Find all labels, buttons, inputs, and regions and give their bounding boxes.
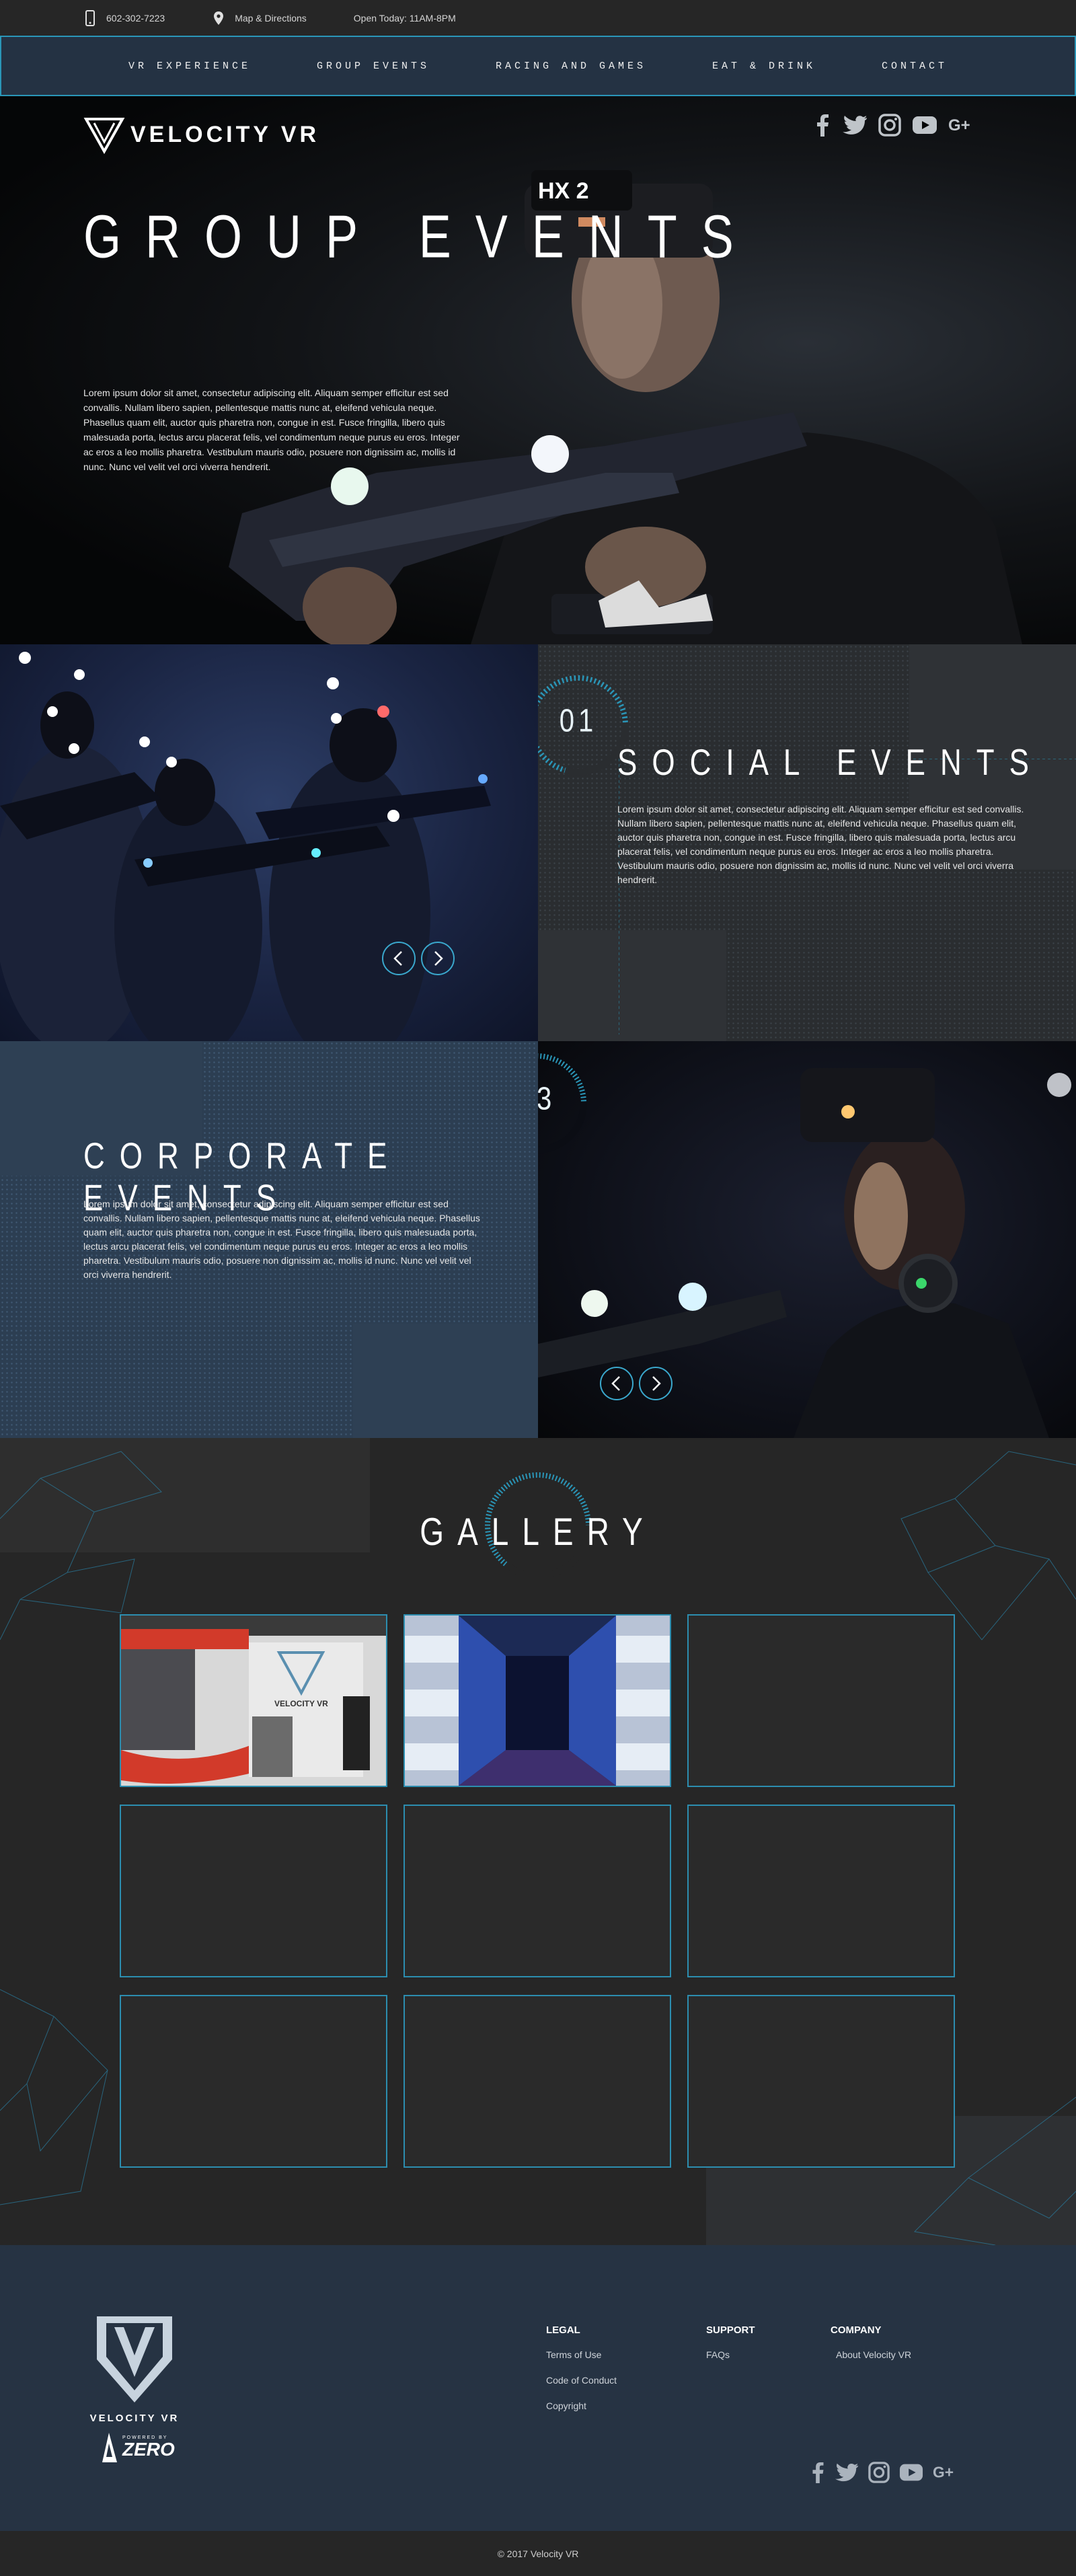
photo-sign-text: VELOCITY VR: [274, 1699, 328, 1708]
social-events-description: Lorem ipsum dolor sit amet, consectetur …: [617, 804, 1024, 885]
footer-company-column: COMPANY About Velocity VR: [831, 2324, 911, 2375]
gallery-item[interactable]: [404, 1995, 671, 2168]
partner-logo-text: ZERO: [122, 2438, 175, 2460]
footer-legal-column: LEGAL Terms of Use Code of Conduct Copyr…: [546, 2324, 617, 2426]
svg-text:G+: G+: [948, 116, 970, 135]
copyright-text: © 2017 Velocity VR: [497, 2548, 579, 2559]
velocity-logo-icon: [83, 118, 125, 154]
twitter-icon[interactable]: [835, 2462, 859, 2483]
opening-hours: Open Today: 11AM-8PM: [354, 13, 456, 24]
site-logo[interactable]: VELOCITY VR: [83, 115, 319, 154]
about-link[interactable]: About Velocity VR: [831, 2349, 911, 2360]
nav-item-racing-and-games[interactable]: RACING AND GAMES: [496, 61, 646, 72]
gallery-item[interactable]: [120, 1995, 387, 2168]
social-links-header: G+: [814, 114, 975, 137]
velocity-shield-icon: [97, 2316, 172, 2402]
gallery-item[interactable]: [687, 1995, 955, 2168]
corporate-events-section: CORPORATE EVENTS Lorem ipsum dolor sit a…: [0, 1041, 1076, 1438]
logo-text: VELOCITY VR: [130, 121, 320, 147]
social-links-footer: G+: [810, 2462, 958, 2483]
svg-text:HX 2: HX 2: [538, 178, 589, 204]
gallery-section: GALLERY VELOCITY VR: [0, 1438, 1076, 2245]
chevron-left-icon: [393, 951, 402, 966]
social-events-section: 01 SOCIAL EVENTS Lorem ipsum dolor sit a…: [0, 644, 1076, 1041]
copyright-link[interactable]: Copyright: [546, 2400, 617, 2411]
chevron-left-icon: [611, 1376, 620, 1391]
zero-latency-icon: [102, 2433, 117, 2462]
social-next-button[interactable]: [421, 942, 455, 975]
svg-text:G+: G+: [933, 2464, 954, 2481]
nav-item-group-events[interactable]: GROUP EVENTS: [317, 61, 430, 72]
twitter-icon[interactable]: [842, 114, 868, 137]
social-events-photo: [0, 644, 538, 1041]
social-events-title: SOCIAL EVENTS: [617, 742, 1044, 784]
group-vr-players-illustration: [0, 652, 491, 1041]
nav-item-contact[interactable]: CONTACT: [882, 61, 948, 72]
panel-shade: [353, 1324, 538, 1438]
social-carousel-controls: [382, 942, 455, 975]
gallery-item[interactable]: [404, 1805, 671, 1977]
gallery-item[interactable]: [687, 1614, 955, 1787]
hero-photo-vr-player: HX 2: [229, 170, 1022, 644]
opening-hours-text: Open Today: 11AM-8PM: [353, 12, 456, 24]
section-number: 03: [538, 1081, 556, 1117]
corporate-events-content: CORPORATE EVENTS Lorem ipsum dolor sit a…: [0, 1041, 538, 1438]
phone-contact[interactable]: 602-302-7223: [83, 9, 165, 27]
terms-of-use-link[interactable]: Terms of Use: [546, 2349, 617, 2360]
footer-support-column: SUPPORT FAQs: [706, 2324, 755, 2375]
youtube-icon[interactable]: [899, 2462, 923, 2483]
gallery-item[interactable]: VELOCITY VR: [120, 1614, 387, 1787]
phone-icon: [83, 9, 97, 27]
site-footer: VELOCITY VR POWERED BY ZERO LEGAL Terms …: [0, 2245, 1076, 2531]
facebook-icon[interactable]: [814, 114, 831, 137]
gallery-grid: VELOCITY VR: [120, 1614, 955, 2168]
chevron-right-icon: [652, 1376, 661, 1391]
footer-logo[interactable]: VELOCITY VR: [87, 2312, 182, 2424]
gallery-photo-lobby: VELOCITY VR: [121, 1616, 386, 1786]
gallery-item[interactable]: [404, 1614, 671, 1787]
map-directions-label[interactable]: Map & Directions: [235, 13, 307, 24]
section-number: 01: [559, 703, 598, 739]
google-plus-icon[interactable]: G+: [948, 114, 975, 137]
top-info-bar: 602-302-7223 Map & Directions Open Today…: [0, 0, 1076, 36]
google-plus-icon[interactable]: G+: [933, 2462, 958, 2483]
corporate-events-description: Lorem ipsum dolor sit amet, consectetur …: [83, 1199, 480, 1280]
gallery-photo-hallway: [405, 1616, 670, 1786]
map-pin-icon: [212, 9, 225, 27]
legal-heading: LEGAL: [546, 2324, 580, 2336]
instagram-icon[interactable]: [878, 114, 901, 137]
page-title: GROUP EVENTS: [83, 203, 758, 271]
faqs-link[interactable]: FAQs: [706, 2349, 755, 2360]
footer-logo-text: VELOCITY VR: [89, 2413, 180, 2424]
phone-number[interactable]: 602-302-7223: [106, 13, 165, 24]
corporate-prev-button[interactable]: [600, 1367, 633, 1400]
section-number-badge: 03: [538, 1043, 597, 1164]
instagram-icon[interactable]: [868, 2462, 890, 2483]
gallery-title: GALLERY: [420, 1509, 656, 1554]
youtube-icon[interactable]: [912, 114, 937, 137]
chevron-right-icon: [434, 951, 443, 966]
corporate-carousel-controls: [600, 1367, 672, 1400]
corporate-events-photo: 03: [538, 1041, 1076, 1438]
facebook-icon[interactable]: [810, 2462, 825, 2483]
hero-description: Lorem ipsum dolor sit amet, consectetur …: [83, 387, 460, 472]
company-heading: COMPANY: [831, 2324, 882, 2336]
gallery-item[interactable]: [687, 1805, 955, 1977]
nav-item-eat-and-drink[interactable]: EAT & DRINK: [712, 61, 816, 72]
nav-item-vr-experience[interactable]: VR EXPERIENCE: [128, 61, 251, 72]
support-heading: SUPPORT: [706, 2324, 755, 2336]
decorative-lines: [619, 759, 1076, 1034]
partner-logo[interactable]: POWERED BY ZERO: [100, 2430, 175, 2464]
social-events-content: 01 SOCIAL EVENTS Lorem ipsum dolor sit a…: [538, 644, 1076, 1041]
map-directions-link[interactable]: Map & Directions: [212, 9, 307, 27]
copyright-bar: © 2017 Velocity VR: [0, 2531, 1076, 2576]
hero-section: HX 2 VELOCITY VR G+ GROUP EVENTS Lorem i…: [0, 96, 1076, 644]
gallery-item[interactable]: [120, 1805, 387, 1977]
social-prev-button[interactable]: [382, 942, 416, 975]
code-of-conduct-link[interactable]: Code of Conduct: [546, 2375, 617, 2386]
main-navigation: VR EXPERIENCE GROUP EVENTS RACING AND GA…: [0, 36, 1076, 96]
corporate-next-button[interactable]: [639, 1367, 672, 1400]
